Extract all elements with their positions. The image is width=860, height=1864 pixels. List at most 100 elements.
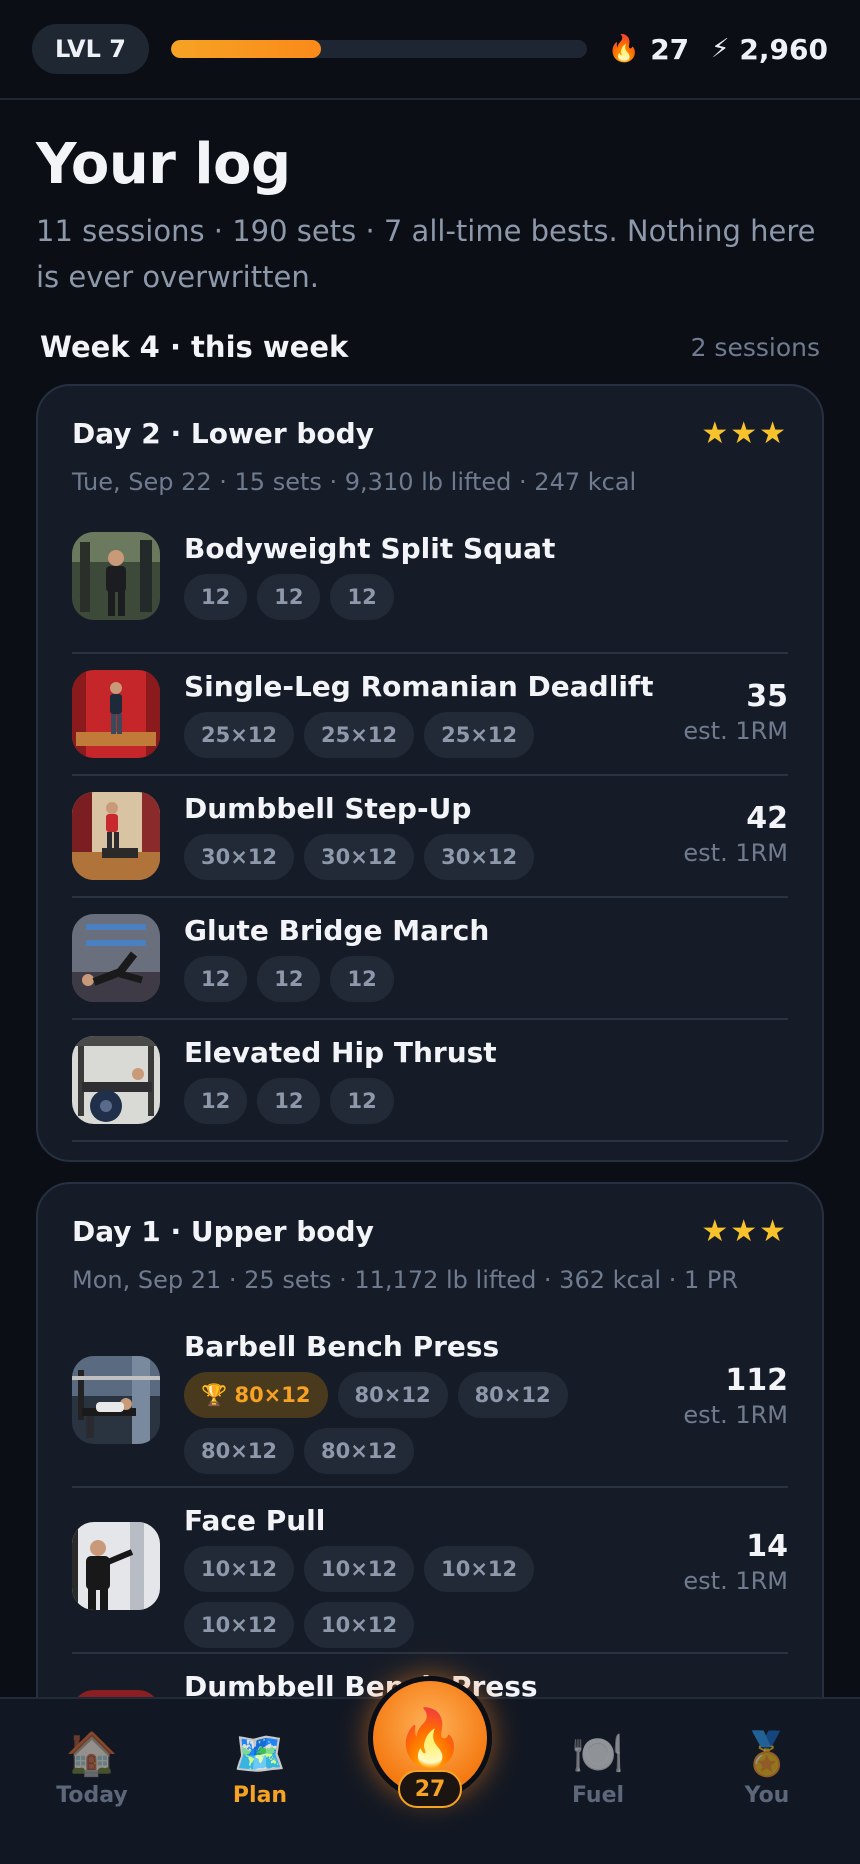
home-icon: 🏠: [65, 1729, 119, 1778]
flame-icon: 🔥: [607, 34, 641, 64]
set-chips: 🏆 80×12 80×12 80×12 80×12 80×12: [184, 1372, 624, 1474]
set-chip: 80×12: [337, 1372, 448, 1418]
session-card-header: Day 1 · Upper body ★★★: [72, 1214, 788, 1249]
nav-item-fuel[interactable]: 🍽️ Fuel: [538, 1727, 658, 1808]
exercise-name: Glute Bridge March: [184, 914, 490, 947]
exercise-name: Elevated Hip Thrust: [184, 1036, 497, 1069]
exercise-thumbnail: [72, 670, 160, 758]
exercise-row[interactable]: Elevated Hip Thrust 12 12 12: [72, 1020, 788, 1142]
page-subtitle: 11 sessions · 190 sets · 7 all-time best…: [36, 214, 816, 294]
est-1rm-value: 42: [746, 801, 788, 836]
set-chip: 12: [330, 1078, 394, 1124]
session-meta: Tue, Sep 22 · 15 sets · 9,310 lb lifted …: [72, 468, 637, 496]
est-1rm-label: est. 1RM: [683, 839, 788, 867]
est-1rm: 35 est. 1RM: [683, 680, 788, 748]
exercise-row[interactable]: Single-Leg Romanian Deadlift 25×12 25×12…: [72, 654, 788, 776]
set-chip: 12: [184, 574, 248, 620]
page-title: Your log: [36, 132, 291, 197]
week-title: Week 4 · this week: [40, 330, 349, 364]
exercise-thumbnail: [72, 532, 160, 620]
map-icon: 🗺️: [233, 1729, 287, 1778]
est-1rm-value: 35: [746, 679, 788, 714]
week-session-count: 2 sessions: [690, 332, 820, 362]
set-chips: 12 12 12: [184, 1078, 624, 1124]
set-chips: 12 12 12: [184, 574, 624, 620]
xp-progress-bar: [171, 40, 587, 58]
nav-item-today[interactable]: 🏠 Today: [32, 1727, 152, 1808]
est-1rm: 42 est. 1RM: [683, 802, 788, 870]
streak-badge: 27: [398, 1770, 462, 1808]
points-value: 2,960: [739, 32, 828, 66]
exercise-thumbnail: [72, 1522, 160, 1610]
exercise-row[interactable]: Bodyweight Split Squat 12 12 12: [72, 532, 788, 654]
nav-label: Fuel: [571, 1783, 625, 1808]
session-meta: Mon, Sep 21 · 25 sets · 11,172 lb lifted…: [72, 1266, 739, 1294]
set-chip: 25×12: [424, 712, 535, 758]
medal-icon: 🏅: [740, 1729, 794, 1778]
exercise-name: Barbell Bench Press: [184, 1330, 500, 1363]
nav-label: Today: [56, 1783, 128, 1808]
session-title: Day 2 · Lower body: [72, 417, 374, 450]
set-chips: 12 12 12: [184, 956, 624, 1002]
set-chip: 12: [184, 956, 248, 1002]
flame-icon: 🔥: [395, 1706, 465, 1771]
pr-set-chip: 🏆 80×12: [184, 1372, 328, 1418]
est-1rm-label: est. 1RM: [683, 717, 788, 745]
streak-stat[interactable]: 🔥 27: [608, 33, 689, 66]
exercise-name: Single-Leg Romanian Deadlift: [184, 670, 654, 703]
star-rating: ★★★: [701, 1214, 788, 1249]
nav-item-plan[interactable]: 🗺️ Plan: [200, 1727, 320, 1808]
set-chip: 80×12: [304, 1428, 415, 1474]
set-chip: 12: [257, 1078, 321, 1124]
level-badge[interactable]: LVL 7: [32, 24, 149, 74]
set-chip: 12: [257, 956, 321, 1002]
exercise-row[interactable]: Barbell Bench Press 🏆 80×12 80×12 80×12 …: [72, 1330, 788, 1488]
session-card-header: Day 2 · Lower body ★★★: [72, 416, 788, 451]
set-chip: 80×12: [457, 1372, 568, 1418]
set-chips: 25×12 25×12 25×12: [184, 712, 624, 758]
exercise-thumbnail: [72, 1036, 160, 1124]
session-card[interactable]: Day 2 · Lower body ★★★ Tue, Sep 22 · 15 …: [36, 384, 824, 1162]
points-stat[interactable]: ⚡ 2,960: [711, 33, 828, 66]
set-chip: 12: [330, 574, 394, 620]
session-title: Day 1 · Upper body: [72, 1215, 374, 1248]
week-header: Week 4 · this week 2 sessions: [40, 330, 820, 364]
star-rating: ★★★: [701, 416, 788, 451]
set-chip: 10×12: [184, 1602, 295, 1648]
est-1rm: 112 est. 1RM: [683, 1364, 788, 1432]
stats-group: 🔥 27 ⚡ 2,960: [608, 33, 828, 66]
exercise-name: Face Pull: [184, 1504, 326, 1537]
set-chip: 12: [184, 1078, 248, 1124]
bolt-icon: ⚡: [711, 34, 730, 64]
set-chip: 12: [257, 574, 321, 620]
set-chip: 30×12: [184, 834, 295, 880]
set-chip: 30×12: [424, 834, 535, 880]
set-chip: 25×12: [304, 712, 415, 758]
exercise-row[interactable]: Glute Bridge March 12 12 12: [72, 898, 788, 1020]
nav-label: You: [744, 1783, 790, 1808]
est-1rm-value: 112: [725, 1363, 788, 1398]
set-chips: 30×12 30×12 30×12: [184, 834, 624, 880]
set-chip: 10×12: [184, 1546, 295, 1592]
top-bar: LVL 7 🔥 27 ⚡ 2,960: [0, 0, 860, 100]
est-1rm: 14 est. 1RM: [683, 1530, 788, 1598]
exercise-thumbnail: [72, 914, 160, 1002]
nav-item-you[interactable]: 🏅 You: [707, 1727, 827, 1808]
streak-value: 27: [650, 32, 690, 66]
set-chips: 10×12 10×12 10×12 10×12 10×12: [184, 1546, 624, 1648]
exercise-row[interactable]: Face Pull 10×12 10×12 10×12 10×12 10×12 …: [72, 1488, 788, 1654]
set-chip: 80×12: [184, 1428, 295, 1474]
exercise-name: Dumbbell Step-Up: [184, 792, 472, 825]
set-chip: 10×12: [304, 1546, 415, 1592]
set-chip: 10×12: [424, 1546, 535, 1592]
set-chip: 25×12: [184, 712, 295, 758]
est-1rm-label: est. 1RM: [683, 1401, 788, 1429]
est-1rm-label: est. 1RM: [683, 1567, 788, 1595]
exercise-row[interactable]: Dumbbell Step-Up 30×12 30×12 30×12 42 es…: [72, 776, 788, 898]
set-chip: 30×12: [304, 834, 415, 880]
set-chip: 12: [330, 956, 394, 1002]
exercise-name: Bodyweight Split Squat: [184, 532, 556, 565]
set-chip: 10×12: [304, 1602, 415, 1648]
est-1rm-value: 14: [746, 1529, 788, 1564]
plate-icon: 🍽️: [571, 1729, 625, 1778]
